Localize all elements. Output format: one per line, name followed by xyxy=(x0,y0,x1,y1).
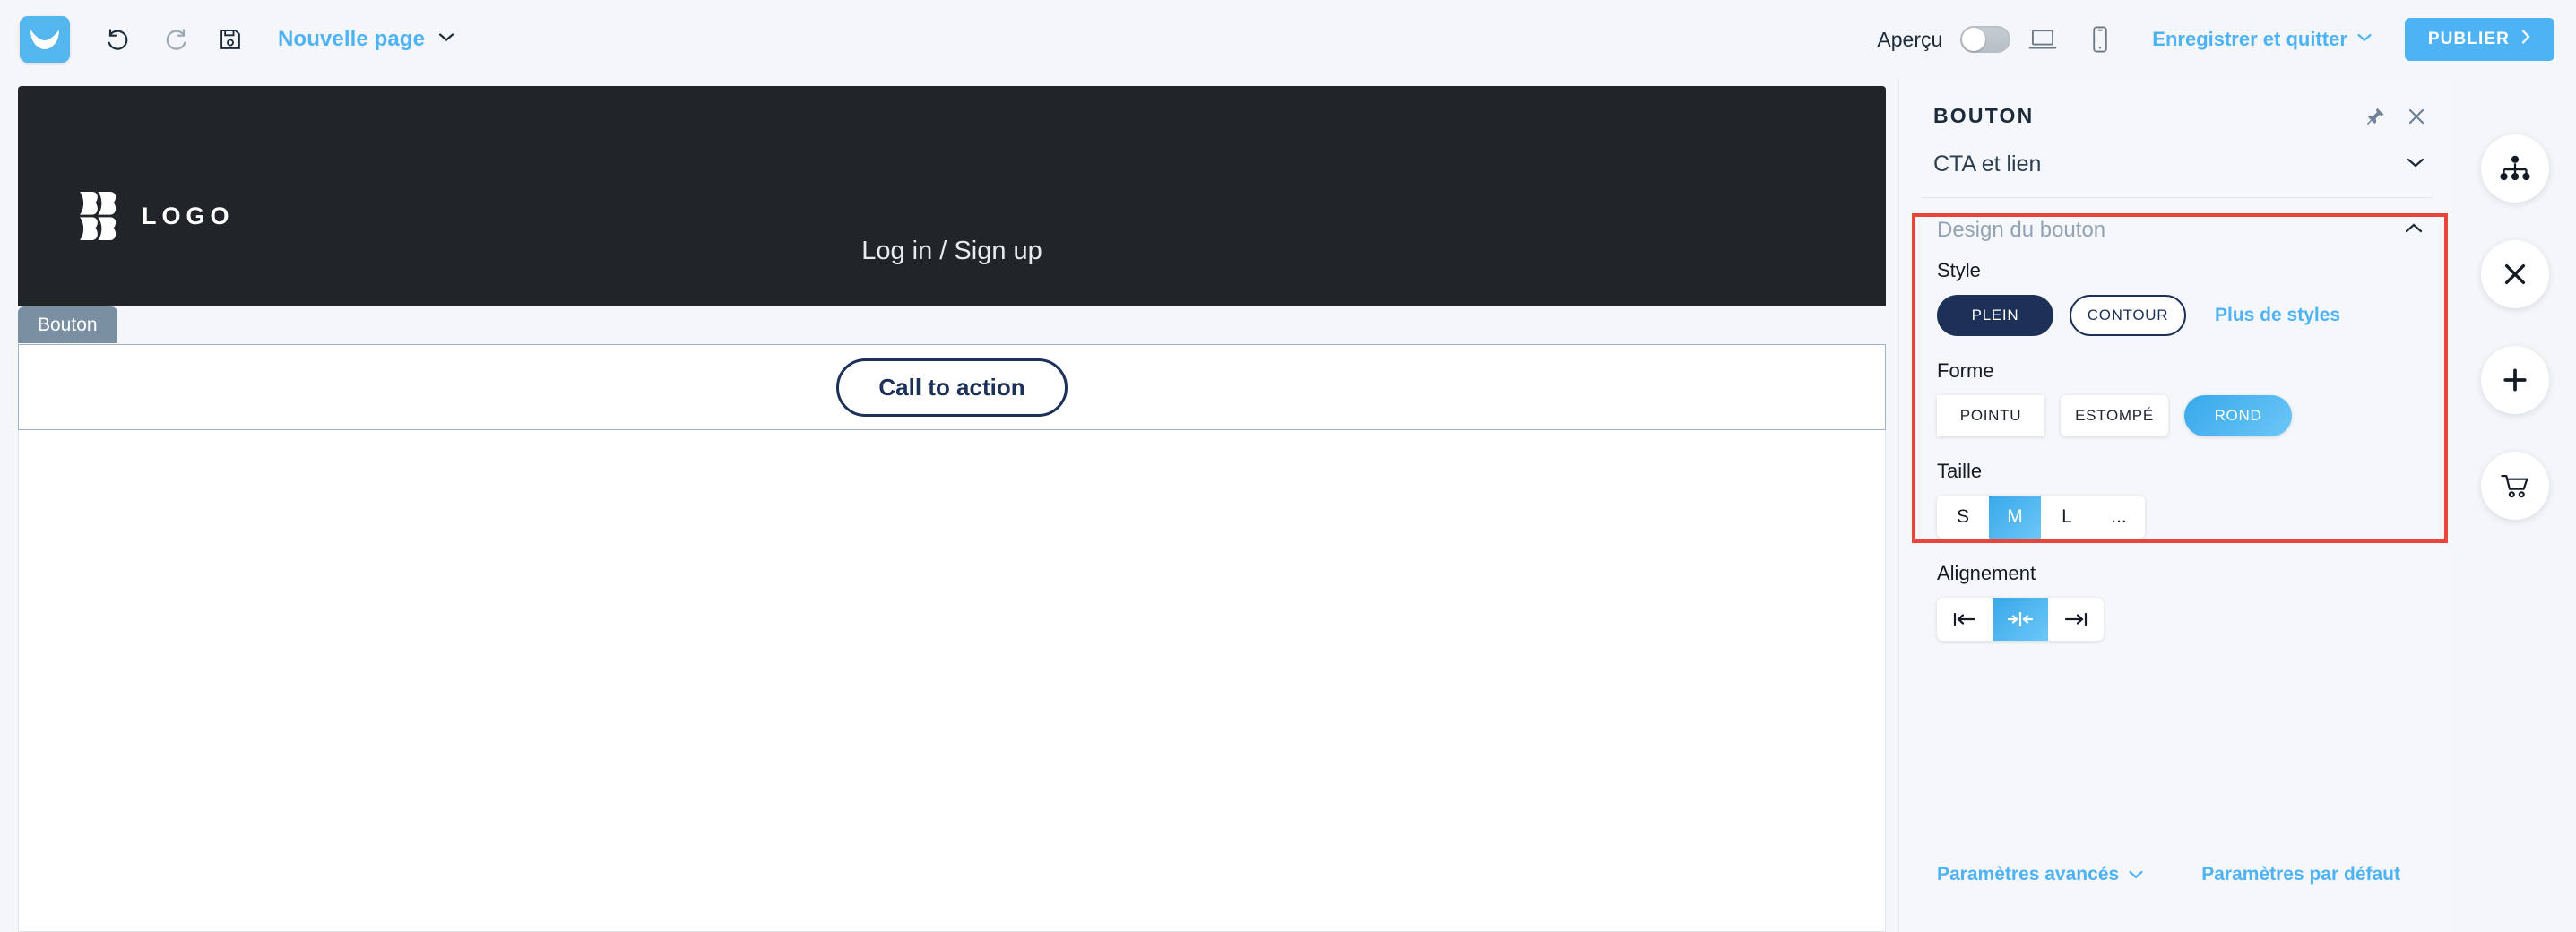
save-and-quit-button[interactable]: Enregistrer et quitter xyxy=(2152,28,2373,51)
align-center-icon[interactable] xyxy=(1993,598,2048,641)
publish-button[interactable]: PUBLIER xyxy=(2404,18,2554,61)
forme-options-row: POINTU ESTOMPÉ ROND xyxy=(1937,395,2416,436)
accordion-label: CTA et lien xyxy=(1933,151,2042,177)
selected-block-wrapper: Bouton Call to action xyxy=(18,306,1886,430)
field-style: Style PLEIN CONTOUR Plus de styles xyxy=(1921,259,2433,336)
taille-option-s[interactable]: S xyxy=(1937,496,1989,539)
undo-icon[interactable] xyxy=(91,16,147,63)
page-canvas: LOGO Log in / Sign up Bouton Call to act… xyxy=(0,79,1898,932)
cta-block[interactable]: Bouton Call to action xyxy=(18,306,1886,430)
section-title: Design du bouton xyxy=(1937,218,2106,242)
mobile-phone-icon[interactable] xyxy=(2075,16,2125,63)
site-logo[interactable]: LOGO xyxy=(79,192,235,240)
chevron-down-icon xyxy=(2128,864,2144,885)
forme-option-rond[interactable]: ROND xyxy=(2184,395,2292,436)
style-option-plein[interactable]: PLEIN xyxy=(1937,295,2053,336)
parametres-avances-label: Paramètres avancés xyxy=(1937,864,2120,885)
preview-label: Aperçu xyxy=(1877,27,1943,51)
page-name-label: Nouvelle page xyxy=(278,27,426,51)
panel-header: BOUTON xyxy=(1921,79,2433,128)
pin-icon[interactable] xyxy=(2364,106,2386,127)
forme-option-estompe[interactable]: ESTOMPÉ xyxy=(2061,395,2168,436)
plus-icon[interactable] xyxy=(2481,346,2549,414)
panel-footer: Paramètres avancés Paramètres par défaut xyxy=(1921,864,2433,885)
alignement-options-row xyxy=(1937,598,2416,641)
chevron-right-icon xyxy=(2520,29,2531,50)
settings-panel: BOUTON CTA et lien Design du bouton Styl… xyxy=(1898,79,2454,932)
site-header-block[interactable]: LOGO Log in / Sign up xyxy=(18,86,1886,306)
plus-de-styles-link[interactable]: Plus de styles xyxy=(2215,305,2340,326)
taille-option-m[interactable]: M xyxy=(1989,496,2041,539)
field-alignement: Alignement xyxy=(1921,562,2433,641)
save-and-quit-label: Enregistrer et quitter xyxy=(2152,28,2347,50)
field-label-taille: Taille xyxy=(1937,460,1983,482)
block-tab-bouton[interactable]: Bouton xyxy=(18,306,117,343)
login-signup-link[interactable]: Log in / Sign up xyxy=(18,237,1886,266)
taille-option-l[interactable]: L xyxy=(2041,496,2093,539)
chevron-down-icon xyxy=(437,31,455,47)
parametres-avances-link[interactable]: Paramètres avancés xyxy=(1937,864,2144,885)
desktop-laptop-icon[interactable] xyxy=(2018,16,2068,63)
taille-options-row: S M L ... xyxy=(1937,496,2416,539)
accordion-cta-et-lien[interactable]: CTA et lien xyxy=(1921,128,2433,198)
field-label-style: Style xyxy=(1937,259,1981,281)
style-options-row: PLEIN CONTOUR Plus de styles xyxy=(1937,295,2416,336)
brand-mark-icon xyxy=(79,192,122,240)
top-toolbar: Nouvelle page Aperçu Enregistrer et quit… xyxy=(0,0,2576,79)
style-option-contour[interactable]: CONTOUR xyxy=(2070,295,2186,336)
parametres-par-defaut-link[interactable]: Paramètres par défaut xyxy=(2201,864,2400,885)
taille-segmented-control: S M L ... xyxy=(1937,496,2145,539)
alignement-segmented-control xyxy=(1937,598,2104,641)
call-to-action-button[interactable]: Call to action xyxy=(836,358,1068,417)
forme-option-pointu[interactable]: POINTU xyxy=(1937,395,2044,436)
chevron-down-icon xyxy=(2406,156,2425,173)
chevron-down-icon xyxy=(2356,31,2373,47)
redo-icon[interactable] xyxy=(147,16,203,63)
canvas-empty-area[interactable] xyxy=(18,430,1886,932)
panel-title: BOUTON xyxy=(1933,104,2035,127)
field-taille: Taille S M L ... xyxy=(1921,460,2433,539)
field-label-forme: Forme xyxy=(1937,359,1994,382)
save-floppy-icon[interactable] xyxy=(203,16,258,63)
align-right-icon[interactable] xyxy=(2048,598,2104,641)
close-icon[interactable] xyxy=(2406,106,2427,127)
field-forme: Forme POINTU ESTOMPÉ ROND xyxy=(1921,359,2433,436)
section-design-du-bouton-header[interactable]: Design du bouton xyxy=(1921,198,2433,259)
panel-header-actions xyxy=(2364,106,2427,127)
floating-action-rail xyxy=(2454,79,2576,932)
chevron-up-icon xyxy=(2404,222,2424,239)
preview-toggle[interactable] xyxy=(1960,26,2011,53)
toggle-knob xyxy=(1962,28,1986,51)
toolbar-right-group: Aperçu Enregistrer et quitter PUBLIER xyxy=(1877,16,2576,63)
site-logo-text: LOGO xyxy=(142,202,235,229)
toolbar-left-group: Nouvelle page xyxy=(0,16,455,63)
shopping-cart-icon[interactable] xyxy=(2481,452,2549,520)
page-name-selector[interactable]: Nouvelle page xyxy=(278,27,455,52)
sitemap-icon[interactable] xyxy=(2481,134,2549,203)
align-left-icon[interactable] xyxy=(1937,598,1993,641)
taille-option-more[interactable]: ... xyxy=(2093,496,2145,539)
close-x-icon[interactable] xyxy=(2481,240,2549,308)
publish-label: PUBLIER xyxy=(2427,30,2510,48)
mailing-app-logo-icon[interactable] xyxy=(20,16,70,63)
field-label-alignement: Alignement xyxy=(1937,562,2036,584)
